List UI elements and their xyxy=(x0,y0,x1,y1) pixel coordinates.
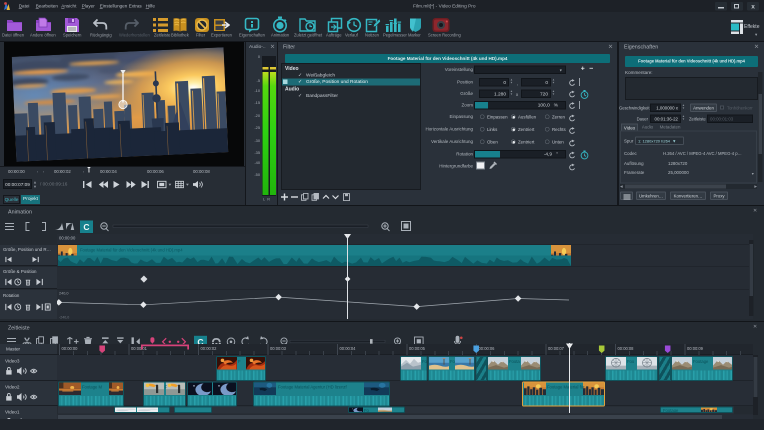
svg-text:C: C xyxy=(83,222,89,232)
